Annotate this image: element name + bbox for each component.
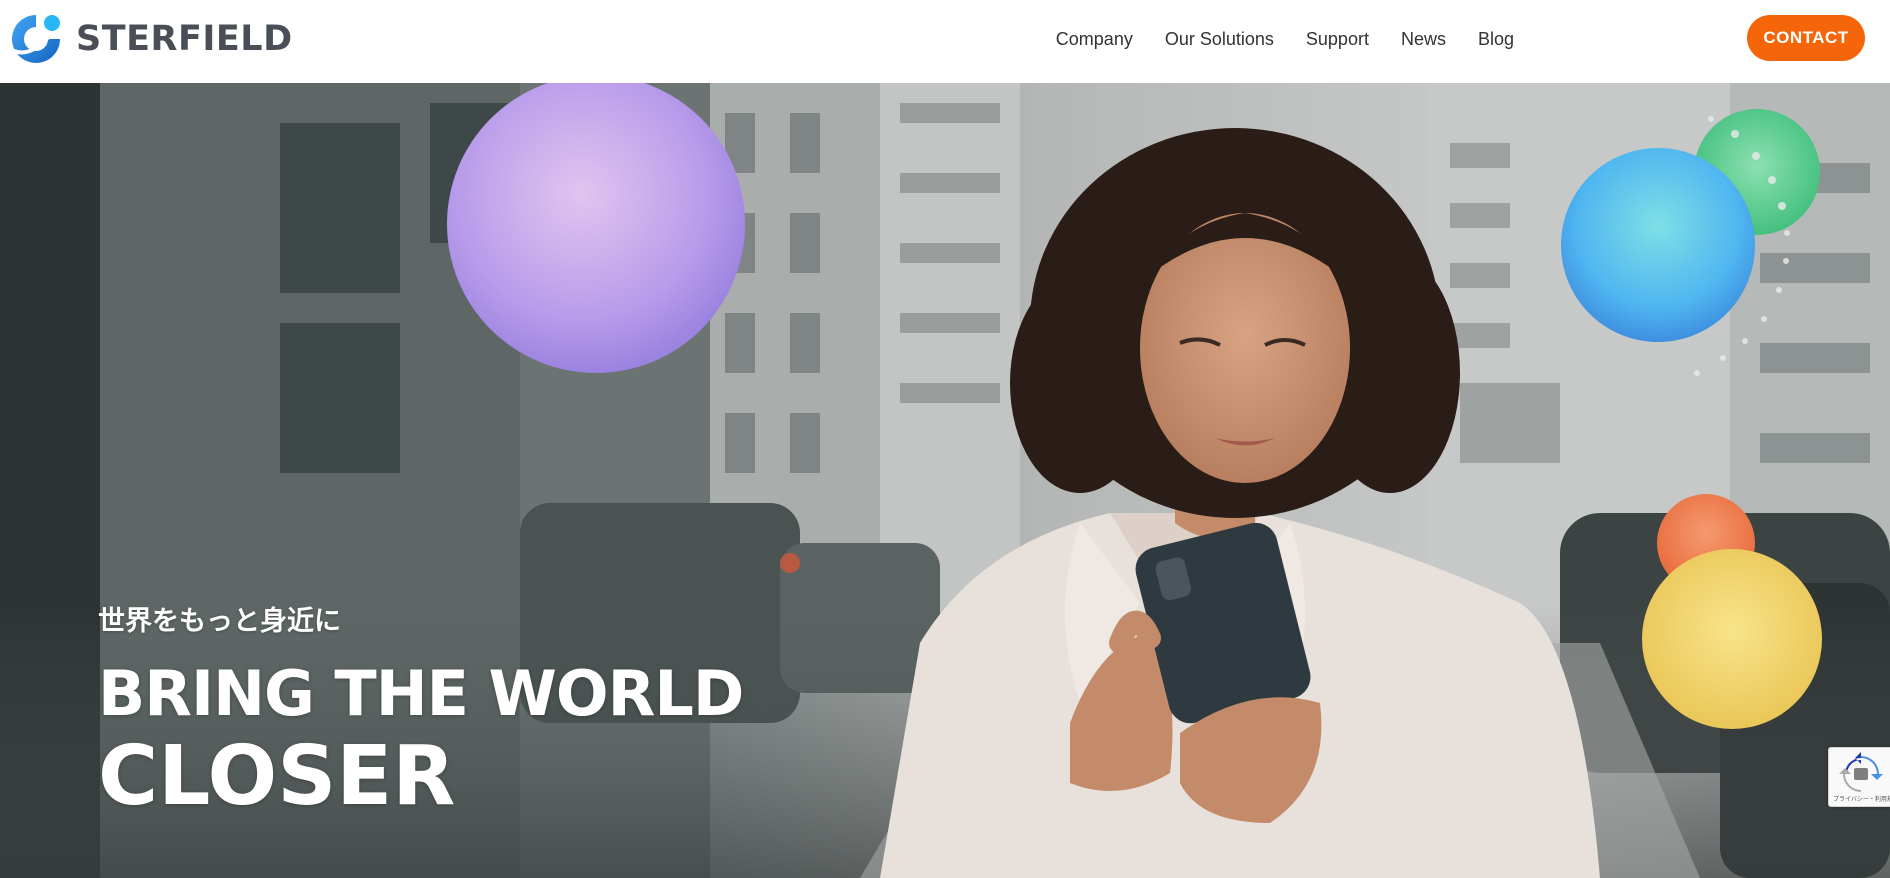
hero-title-line2: CLOSER <box>98 729 456 824</box>
brand-logo[interactable]: STERFIELD <box>8 10 293 68</box>
main-nav: Company Our Solutions Support News Blog <box>1056 0 1514 78</box>
hero-title-line1: BRING THE WORLD <box>98 657 744 730</box>
blue-orb <box>1561 148 1755 342</box>
hero-copy: 世界をもっと身近に BRING THE WORLD CLOSER <box>98 606 744 824</box>
brand-name: STERFIELD <box>76 18 293 59</box>
recaptcha-icon <box>1839 752 1883 792</box>
hero-section: 世界をもっと身近に BRING THE WORLD CLOSER プライバシー・… <box>0 83 1890 878</box>
contact-button[interactable]: CONTACT <box>1747 15 1865 61</box>
globe-orbit-logo-icon <box>12 15 60 63</box>
nav-company[interactable]: Company <box>1056 29 1133 50</box>
site-header: STERFIELD Company Our Solutions Support … <box>0 0 1890 83</box>
yellow-orb <box>1642 549 1822 729</box>
nav-news[interactable]: News <box>1401 29 1446 50</box>
nav-support[interactable]: Support <box>1306 29 1369 50</box>
nav-our-solutions[interactable]: Our Solutions <box>1165 29 1274 50</box>
recaptcha-legal-text[interactable]: プライバシー・利用規約 <box>1833 794 1890 803</box>
nav-blog[interactable]: Blog <box>1478 29 1514 50</box>
hero-subtitle: 世界をもっと身近に <box>98 606 341 637</box>
hero-title: BRING THE WORLD CLOSER <box>98 657 744 824</box>
recaptcha-badge[interactable]: プライバシー・利用規約 <box>1828 747 1890 807</box>
purple-orb <box>447 83 745 373</box>
